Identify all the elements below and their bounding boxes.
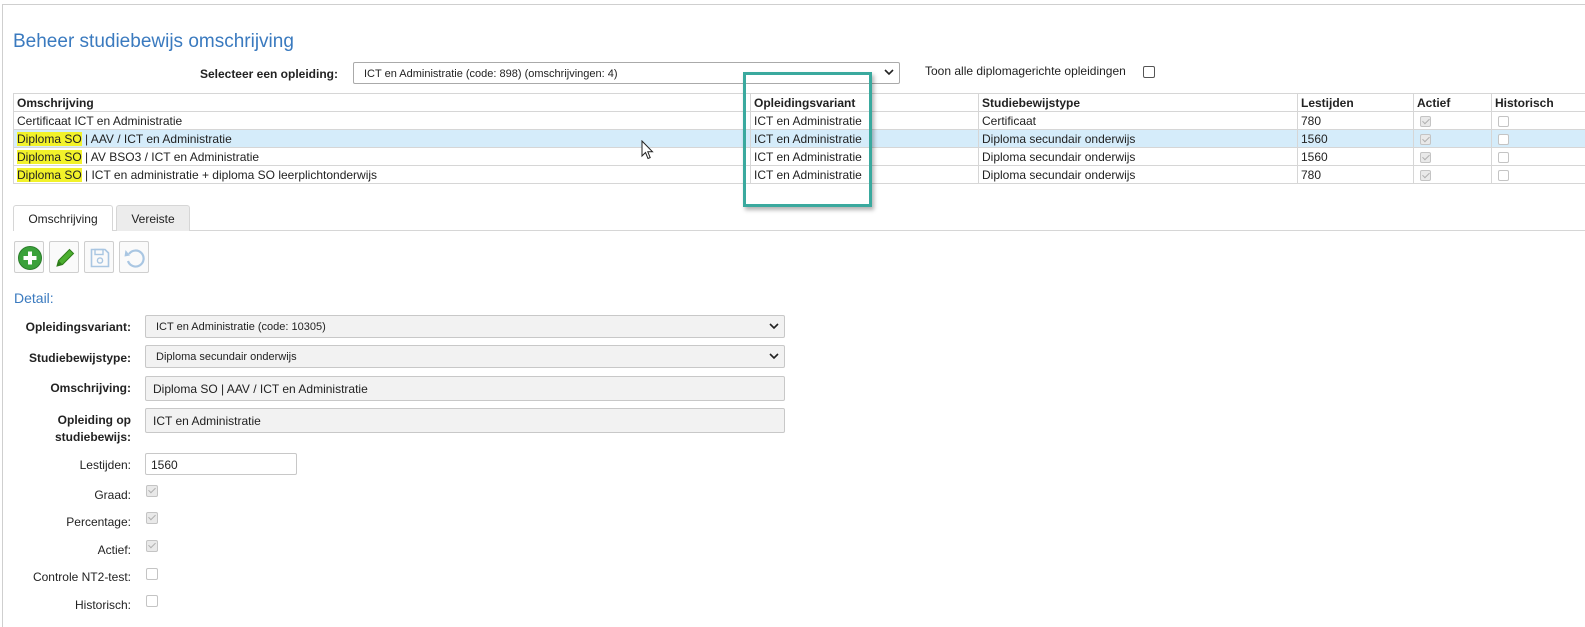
description-highlight: Diploma SO [17,149,82,164]
cell-type: Diploma secundair onderwijs [978,129,1298,148]
variant-select[interactable]: ICT en Administratie (code: 10305) [145,315,785,338]
historic-checkbox [1498,151,1509,163]
education-select[interactable]: ICT en Administratie (code: 898) (omschr… [353,62,900,84]
column-header-active[interactable]: Actief [1413,93,1492,112]
description-text: Certificaat ICT en Administratie [17,113,183,128]
table-row[interactable]: Diploma SO | AV BSO3 / ICT en Administra… [13,147,1585,166]
education-select-value: ICT en Administratie (code: 898) (omschr… [364,68,618,80]
show-all-checkbox[interactable] [1143,66,1155,78]
pencil-icon [56,248,75,267]
historic-checkbox [1498,115,1509,127]
cell-active [1413,111,1492,130]
cell-historic [1491,129,1585,148]
cell-description: Diploma SO | ICT en administratie + dipl… [13,165,751,184]
cell-description: Diploma SO | AV BSO3 / ICT en Administra… [13,147,751,166]
cell-active [1413,147,1492,166]
education-label-line-1: Opleiding op [57,413,131,427]
cell-description: Diploma SO | AAV / ICT en Administratie [13,129,751,148]
floppy-disk-icon [90,248,110,268]
cell-historic [1491,111,1585,130]
description-highlight: Diploma SO [17,167,82,182]
cell-variant: ICT en Administratie [750,147,979,166]
type-label: Studiebewijstype: [28,351,131,365]
cell-type: Diploma secundair onderwijs [978,165,1298,184]
cell-hours: 1560 [1297,129,1414,148]
mouse-pointer-icon [641,140,654,160]
variant-label: Opleidingsvariant: [25,320,131,334]
cell-description: Certificaat ICT en Administratie [13,111,751,130]
active-checkbox[interactable] [146,540,158,552]
tab-omschrijving[interactable]: Omschrijving [13,205,113,231]
nt2-label: Controle NT2-test: [32,570,131,584]
education-label: Opleiding op studiebewijs: [14,412,131,446]
chevron-down-icon [769,323,779,330]
column-header-variant[interactable]: Opleidingsvariant [750,93,979,112]
cell-type: Diploma secundair onderwijs [978,147,1298,166]
cell-type: Certificaat [978,111,1298,130]
cell-historic [1491,165,1585,184]
percentage-label: Percentage: [66,515,131,529]
table-row[interactable]: Diploma SO | AAV / ICT en Administratie … [13,129,1585,148]
column-header-hours[interactable]: Lestijden [1297,93,1414,112]
tab-vereiste[interactable]: Vereiste [116,205,190,231]
cell-variant: ICT en Administratie [750,129,979,148]
cell-hours: 780 [1297,111,1414,130]
cell-variant: ICT en Administratie [750,165,979,184]
column-header-description[interactable]: Omschrijving [13,93,751,112]
tabs-divider [13,230,1585,231]
save-button[interactable] [84,241,114,273]
column-header-type[interactable]: Studiebewijstype [978,93,1298,112]
description-field[interactable]: Diploma SO | AAV / ICT en Administratie [145,376,785,401]
plus-circle-icon [18,246,42,270]
edit-button[interactable] [49,241,79,273]
active-checkbox [1420,151,1431,163]
type-select[interactable]: Diploma secundair onderwijs [145,345,785,368]
active-checkbox [1420,115,1431,127]
description-text: | AAV / ICT en Administratie [81,131,232,146]
nt2-checkbox[interactable] [146,568,158,580]
description-grid: Omschrijving Opleidingsvariant Studiebew… [13,93,1585,184]
historic-checkbox [1498,169,1509,181]
column-header-historic[interactable]: Historisch [1491,93,1585,112]
cell-active [1413,129,1492,148]
type-select-value: Diploma secundair onderwijs [156,351,297,363]
description-text: | ICT en administratie + diploma SO leer… [81,167,378,182]
historic-label: Historisch: [74,598,131,612]
undo-button[interactable] [119,241,149,273]
historic-checkbox [1498,133,1509,145]
education-select-label: Selecteer een opleiding: [199,67,338,81]
cell-variant: ICT en Administratie [750,111,979,130]
active-checkbox [1420,169,1431,181]
grid-header-row: Omschrijving Opleidingsvariant Studiebew… [13,93,1585,112]
table-row[interactable]: Diploma SO | ICT en administratie + dipl… [13,165,1585,184]
active-checkbox [1420,133,1431,145]
active-label: Actief: [97,543,131,557]
description-label: Omschrijving: [50,381,131,395]
cell-hours: 780 [1297,165,1414,184]
detail-heading: Detail: [14,290,54,306]
undo-icon [124,249,145,268]
hours-label: Lestijden: [79,458,131,472]
description-highlight: Diploma SO [17,131,82,146]
hours-field[interactable]: 1560 [145,453,297,475]
historic-checkbox[interactable] [146,595,158,607]
education-field[interactable]: ICT en Administratie [145,408,785,433]
chevron-down-icon [884,69,894,76]
show-all-label: Toon alle diplomagerichte opleidingen [925,64,1126,78]
variant-select-value: ICT en Administratie (code: 10305) [156,321,326,333]
add-button[interactable] [14,241,44,273]
education-label-line-2: studiebewijs: [54,430,131,444]
description-text: | AV BSO3 / ICT en Administratie [81,149,260,164]
percentage-checkbox[interactable] [146,512,158,524]
cell-active [1413,165,1492,184]
cell-hours: 1560 [1297,147,1414,166]
page-title: Beheer studiebewijs omschrijving [13,31,294,52]
cell-historic [1491,147,1585,166]
grade-label: Graad: [94,488,131,502]
grade-checkbox[interactable] [146,485,158,497]
chevron-down-icon [769,353,779,360]
table-row[interactable]: Certificaat ICT en Administratie ICT en … [13,111,1585,130]
